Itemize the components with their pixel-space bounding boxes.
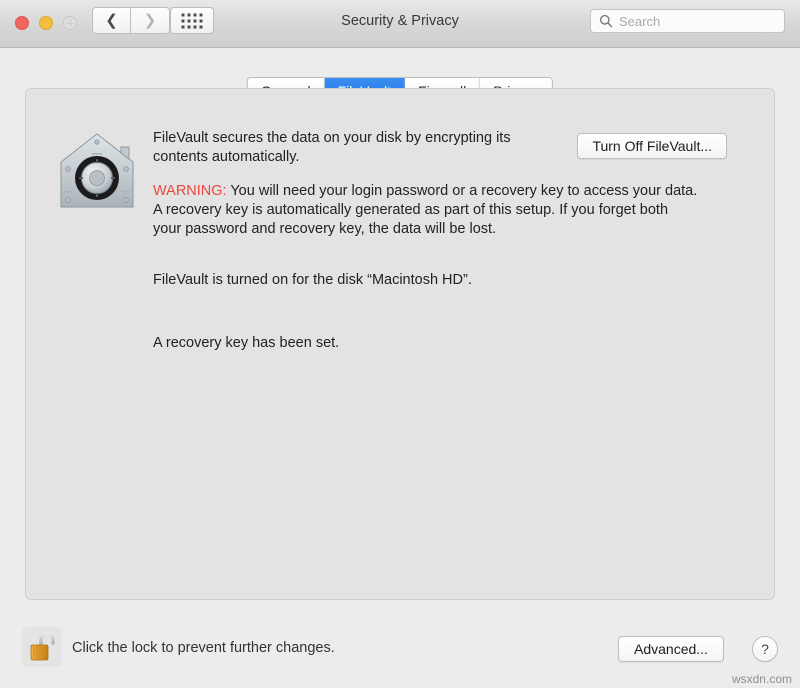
filevault-description-block: FileVault secures the data on your disk … (153, 129, 713, 353)
search-input[interactable]: Search (590, 9, 785, 33)
lock-caption: Click the lock to prevent further change… (72, 640, 335, 656)
filevault-panel: FileVault secures the data on your disk … (25, 88, 775, 600)
filevault-status-line-1: FileVault is turned on for the disk “Mac… (153, 272, 472, 288)
filevault-icon (60, 133, 134, 208)
search-icon (599, 14, 613, 28)
unlocked-padlock-icon (30, 632, 55, 661)
help-button[interactable]: ? (752, 636, 778, 662)
warning-body: You will need your login password or a r… (153, 183, 698, 237)
turn-off-filevault-button[interactable]: Turn Off FileVault... (577, 133, 727, 159)
advanced-button[interactable]: Advanced... (618, 636, 724, 662)
search-placeholder: Search (619, 14, 661, 29)
lock-button[interactable] (22, 627, 62, 667)
warning-label: WARNING: (153, 183, 227, 199)
filevault-warning-text: WARNING: You will need your login passwo… (153, 182, 698, 239)
window-titlebar: ❮ ❯ Security & Privacy Search (0, 0, 800, 48)
filevault-status-line-2: A recovery key has been set. (153, 335, 340, 351)
security-privacy-window: ❮ ❯ Security & Privacy Search General Fi… (0, 0, 800, 688)
filevault-intro-text: FileVault secures the data on your disk … (153, 130, 511, 165)
watermark: wsxdn.com (731, 672, 792, 686)
